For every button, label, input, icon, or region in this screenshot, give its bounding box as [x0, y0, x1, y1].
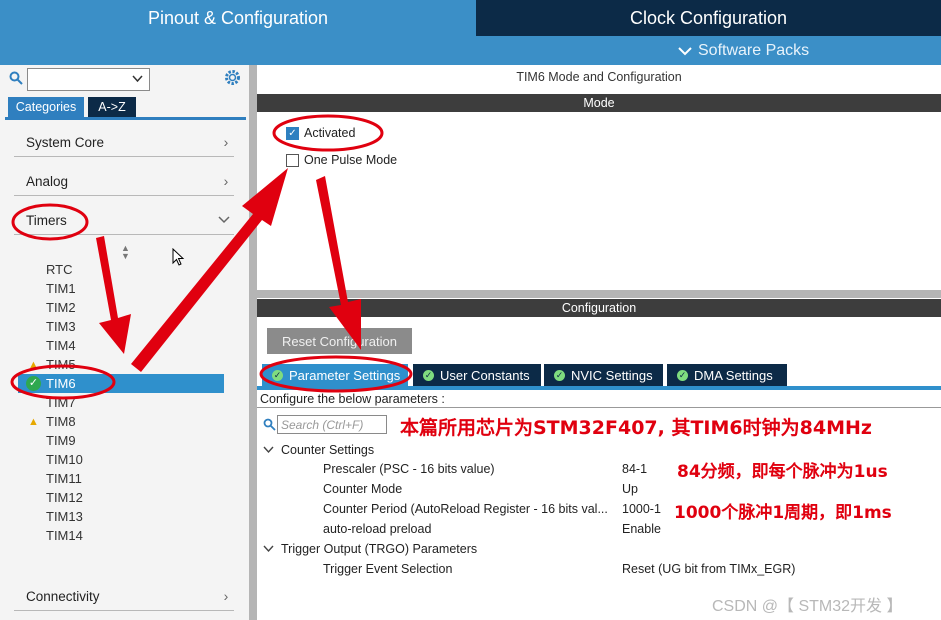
tab-clock-configuration[interactable]: Clock Configuration [476, 0, 941, 36]
tab-nvic-settings[interactable]: ✓ NVIC Settings [544, 364, 663, 386]
one-pulse-label: One Pulse Mode [304, 153, 398, 167]
chevron-right-icon: › [223, 173, 229, 189]
param-counter-period-value[interactable]: 1000-1 [622, 499, 661, 519]
timer-item-tim13[interactable]: TIM13 [46, 507, 83, 526]
mode-header: Mode [257, 94, 941, 112]
parameter-search-input[interactable]: Search (Ctrl+F) [277, 415, 387, 434]
timer-item-tim14[interactable]: TIM14 [46, 526, 83, 545]
group-system-core[interactable]: System Core › [14, 128, 234, 157]
reset-configuration-button[interactable]: Reset Configuration [267, 328, 412, 354]
configure-instructions: Configure the below parameters : [257, 390, 941, 408]
tab-pinout-label: Pinout & Configuration [147, 7, 329, 28]
tab-label: NVIC Settings [571, 367, 653, 383]
checkbox-unchecked-icon [286, 153, 299, 167]
check-circle-icon: ✓ [677, 369, 688, 381]
timer-item-tim1[interactable]: TIM1 [46, 279, 76, 298]
timer-item-tim4[interactable]: TIM4 [46, 336, 76, 355]
chevron-down-icon [132, 75, 143, 83]
group-label: System Core [26, 134, 105, 150]
tab-categories-label: Categories [15, 100, 77, 114]
tab-pinout-configuration[interactable]: Pinout & Configuration [0, 0, 476, 36]
mouse-cursor-icon [172, 248, 185, 266]
search-icon [263, 418, 276, 431]
tab-clock-label: Clock Configuration [629, 7, 788, 28]
panel-splitter-horizontal[interactable] [257, 290, 941, 298]
section-counter-settings[interactable]: Counter Settings [263, 440, 374, 460]
page-title: TIM6 Mode and Configuration [516, 70, 682, 84]
check-circle-icon: ✓ [26, 376, 41, 391]
param-trigger-event-name: Trigger Event Selection [323, 562, 453, 576]
timer-item-rtc[interactable]: RTC [46, 260, 72, 279]
timer-item-tim10[interactable]: TIM10 [46, 450, 83, 469]
param-counter-mode-value[interactable]: Up [622, 479, 638, 499]
activated-label: Activated [304, 126, 356, 140]
timer-item-tim3[interactable]: TIM3 [46, 317, 76, 336]
group-connectivity[interactable]: Connectivity › [14, 582, 234, 611]
software-packs-menu[interactable]: Software Packs [678, 36, 809, 65]
timer-item-tim9[interactable]: TIM9 [46, 431, 76, 450]
chevron-down-icon [678, 46, 692, 55]
tab-label: User Constants [440, 367, 530, 383]
check-circle-icon: ✓ [554, 369, 565, 381]
watermark: CSDN @【 STM32开发 】 [712, 598, 903, 615]
timer-item-tim7[interactable]: TIM7 [46, 393, 76, 412]
param-prescaler-value[interactable]: 84-1 [622, 459, 647, 479]
timer-item-tim12[interactable]: TIM12 [46, 488, 83, 507]
section-trigger-output[interactable]: Trigger Output (TRGO) Parameters [263, 539, 477, 559]
search-icon [9, 71, 23, 85]
group-label: Connectivity [26, 588, 100, 604]
annotation-prescaler-note: 84分频，即每个脉冲为1us [677, 462, 888, 482]
checkbox-checked-icon: ✓ [286, 126, 299, 140]
chevron-right-icon: › [223, 134, 229, 150]
annotation-chip-info: 本篇所用芯片为STM32F407, 其TIM6时钟为84MHz [400, 417, 872, 439]
category-search-combo[interactable] [27, 68, 150, 91]
activated-checkbox[interactable]: ✓ Activated [286, 126, 355, 140]
group-label: Timers [26, 212, 67, 228]
chevron-down-icon [263, 545, 274, 553]
section-label: Trigger Output (TRGO) Parameters [281, 542, 478, 556]
timer-item-tim11[interactable]: TIM11 [46, 469, 82, 488]
timer-item-tim5[interactable]: TIM5 [46, 355, 76, 374]
annotation-period-note: 1000个脉冲1周期，即1ms [674, 503, 892, 523]
tab-label: Parameter Settings [289, 367, 401, 383]
timer-item-tim6[interactable]: TIM6 [46, 374, 76, 393]
tab-a-z[interactable]: A->Z [88, 97, 136, 117]
tab-user-constants[interactable]: ✓ User Constants [413, 364, 541, 386]
timer-item-tim8[interactable]: TIM8 [46, 412, 76, 431]
param-trigger-event-value[interactable]: Reset (UG bit from TIMx_EGR) [622, 559, 795, 579]
panel-splitter[interactable] [249, 65, 257, 620]
reset-button-label: Reset Configuration [282, 333, 397, 349]
chevron-down-icon [218, 216, 230, 224]
param-counter-mode-name: Counter Mode [323, 482, 403, 496]
tab-categories[interactable]: Categories [8, 97, 84, 117]
group-label: Analog [26, 173, 69, 189]
warning-icon: ▲ [28, 416, 39, 428]
mode-area [257, 112, 941, 290]
check-circle-icon: ✓ [272, 369, 283, 381]
param-prescaler-name: Prescaler (PSC - 16 bits value) [323, 462, 495, 476]
chevron-down-icon [263, 446, 274, 454]
gear-icon[interactable] [224, 69, 241, 86]
one-pulse-mode-checkbox[interactable]: One Pulse Mode [286, 153, 397, 167]
param-counter-period-name: Counter Period (AutoReload Register - 16… [323, 502, 608, 516]
warning-icon: ▲ [28, 359, 39, 371]
param-auto-reload-value[interactable]: Enable [622, 519, 661, 539]
param-auto-reload-name: auto-reload preload [323, 522, 432, 536]
timer-item-tim2[interactable]: TIM2 [46, 298, 76, 317]
tab-parameter-settings[interactable]: ✓ Parameter Settings [262, 364, 408, 386]
group-analog[interactable]: Analog › [14, 167, 234, 196]
check-circle-icon: ✓ [423, 369, 434, 381]
sort-arrows-icon[interactable]: ▲ ▼ [121, 244, 130, 261]
tab-a-z-label: A->Z [98, 100, 126, 114]
group-timers[interactable]: Timers [14, 206, 234, 235]
tab-label: DMA Settings [694, 367, 773, 383]
software-packs-label: Software Packs [698, 41, 810, 59]
section-label: Counter Settings [281, 443, 375, 457]
tab-dma-settings[interactable]: ✓ DMA Settings [667, 364, 787, 386]
tab-underline [5, 117, 246, 120]
configuration-header: Configuration [257, 299, 941, 317]
chevron-right-icon: › [223, 588, 229, 604]
